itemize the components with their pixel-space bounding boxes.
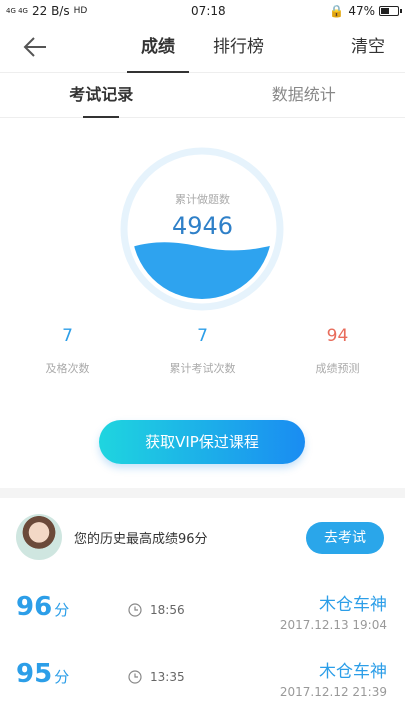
record-date: 2017.12.12 21:39	[279, 685, 387, 699]
stat-label: 成绩预测	[315, 362, 360, 375]
stat-score-prediction: 94 成绩预测	[270, 326, 405, 376]
network-indicator: 4G 4G	[6, 6, 28, 15]
tab-score[interactable]: 成绩	[127, 22, 189, 73]
section-divider	[0, 488, 405, 498]
list-item[interactable]: 96 分 18:56 木仓车神 2017.12.13 19:04	[0, 578, 405, 644]
record-title: 木仓车神	[319, 662, 387, 682]
stat-value: 7	[197, 326, 208, 346]
clock-icon	[128, 603, 142, 617]
total-questions-label: 累计做题数	[175, 193, 230, 206]
list-item[interactable]: 95 分 13:35 木仓车神 2017.12.12 21:39	[0, 645, 405, 711]
tab-leaderboard[interactable]: 排行榜	[207, 22, 270, 72]
nav-bar: 成绩 排行榜 清空	[0, 22, 405, 73]
battery-icon	[379, 6, 402, 16]
record-title: 木仓车神	[319, 595, 387, 615]
record-score: 96 分	[16, 592, 70, 622]
record-date: 2017.12.13 19:04	[279, 618, 387, 632]
stats-row: 7 及格次数 7 累计考试次数 94 成绩预测	[0, 326, 405, 376]
network-speed: 22 B/s	[31, 4, 70, 18]
vip-course-button[interactable]: 获取VIP保过课程	[99, 420, 305, 464]
record-duration: 13:35	[150, 670, 185, 684]
total-questions-value: 4946	[171, 212, 234, 240]
stat-value: 7	[62, 326, 73, 346]
stat-label: 累计考试次数	[169, 362, 236, 375]
tab-data-statistics[interactable]: 数据统计	[203, 73, 405, 117]
status-bar: 4G 4G 22 B/s HD 07:18 🔒 47%	[0, 0, 405, 22]
record-score: 95 分	[16, 659, 70, 689]
best-score-row: 您的历史最高成绩96分 去考试	[0, 498, 405, 578]
hd-icon: HD	[73, 6, 88, 16]
avatar	[16, 514, 62, 560]
best-score-text: 您的历史最高成绩96分	[74, 532, 208, 547]
sub-tabs: 考试记录 数据统计	[0, 73, 405, 118]
battery-percent: 47%	[348, 4, 375, 18]
stat-pass-count: 7 及格次数	[0, 326, 135, 376]
record-duration: 18:56	[150, 603, 185, 617]
clock-time: 07:18	[191, 4, 226, 18]
stat-label: 及格次数	[45, 362, 90, 375]
tab-exam-records[interactable]: 考试记录	[0, 73, 203, 117]
stat-exam-count: 7 累计考试次数	[135, 326, 270, 376]
stat-value: 94	[326, 326, 349, 346]
clear-button[interactable]: 清空	[351, 22, 385, 72]
lock-rotation-icon: 🔒	[329, 4, 345, 18]
take-exam-button[interactable]: 去考试	[306, 522, 384, 554]
clock-icon	[128, 670, 142, 684]
